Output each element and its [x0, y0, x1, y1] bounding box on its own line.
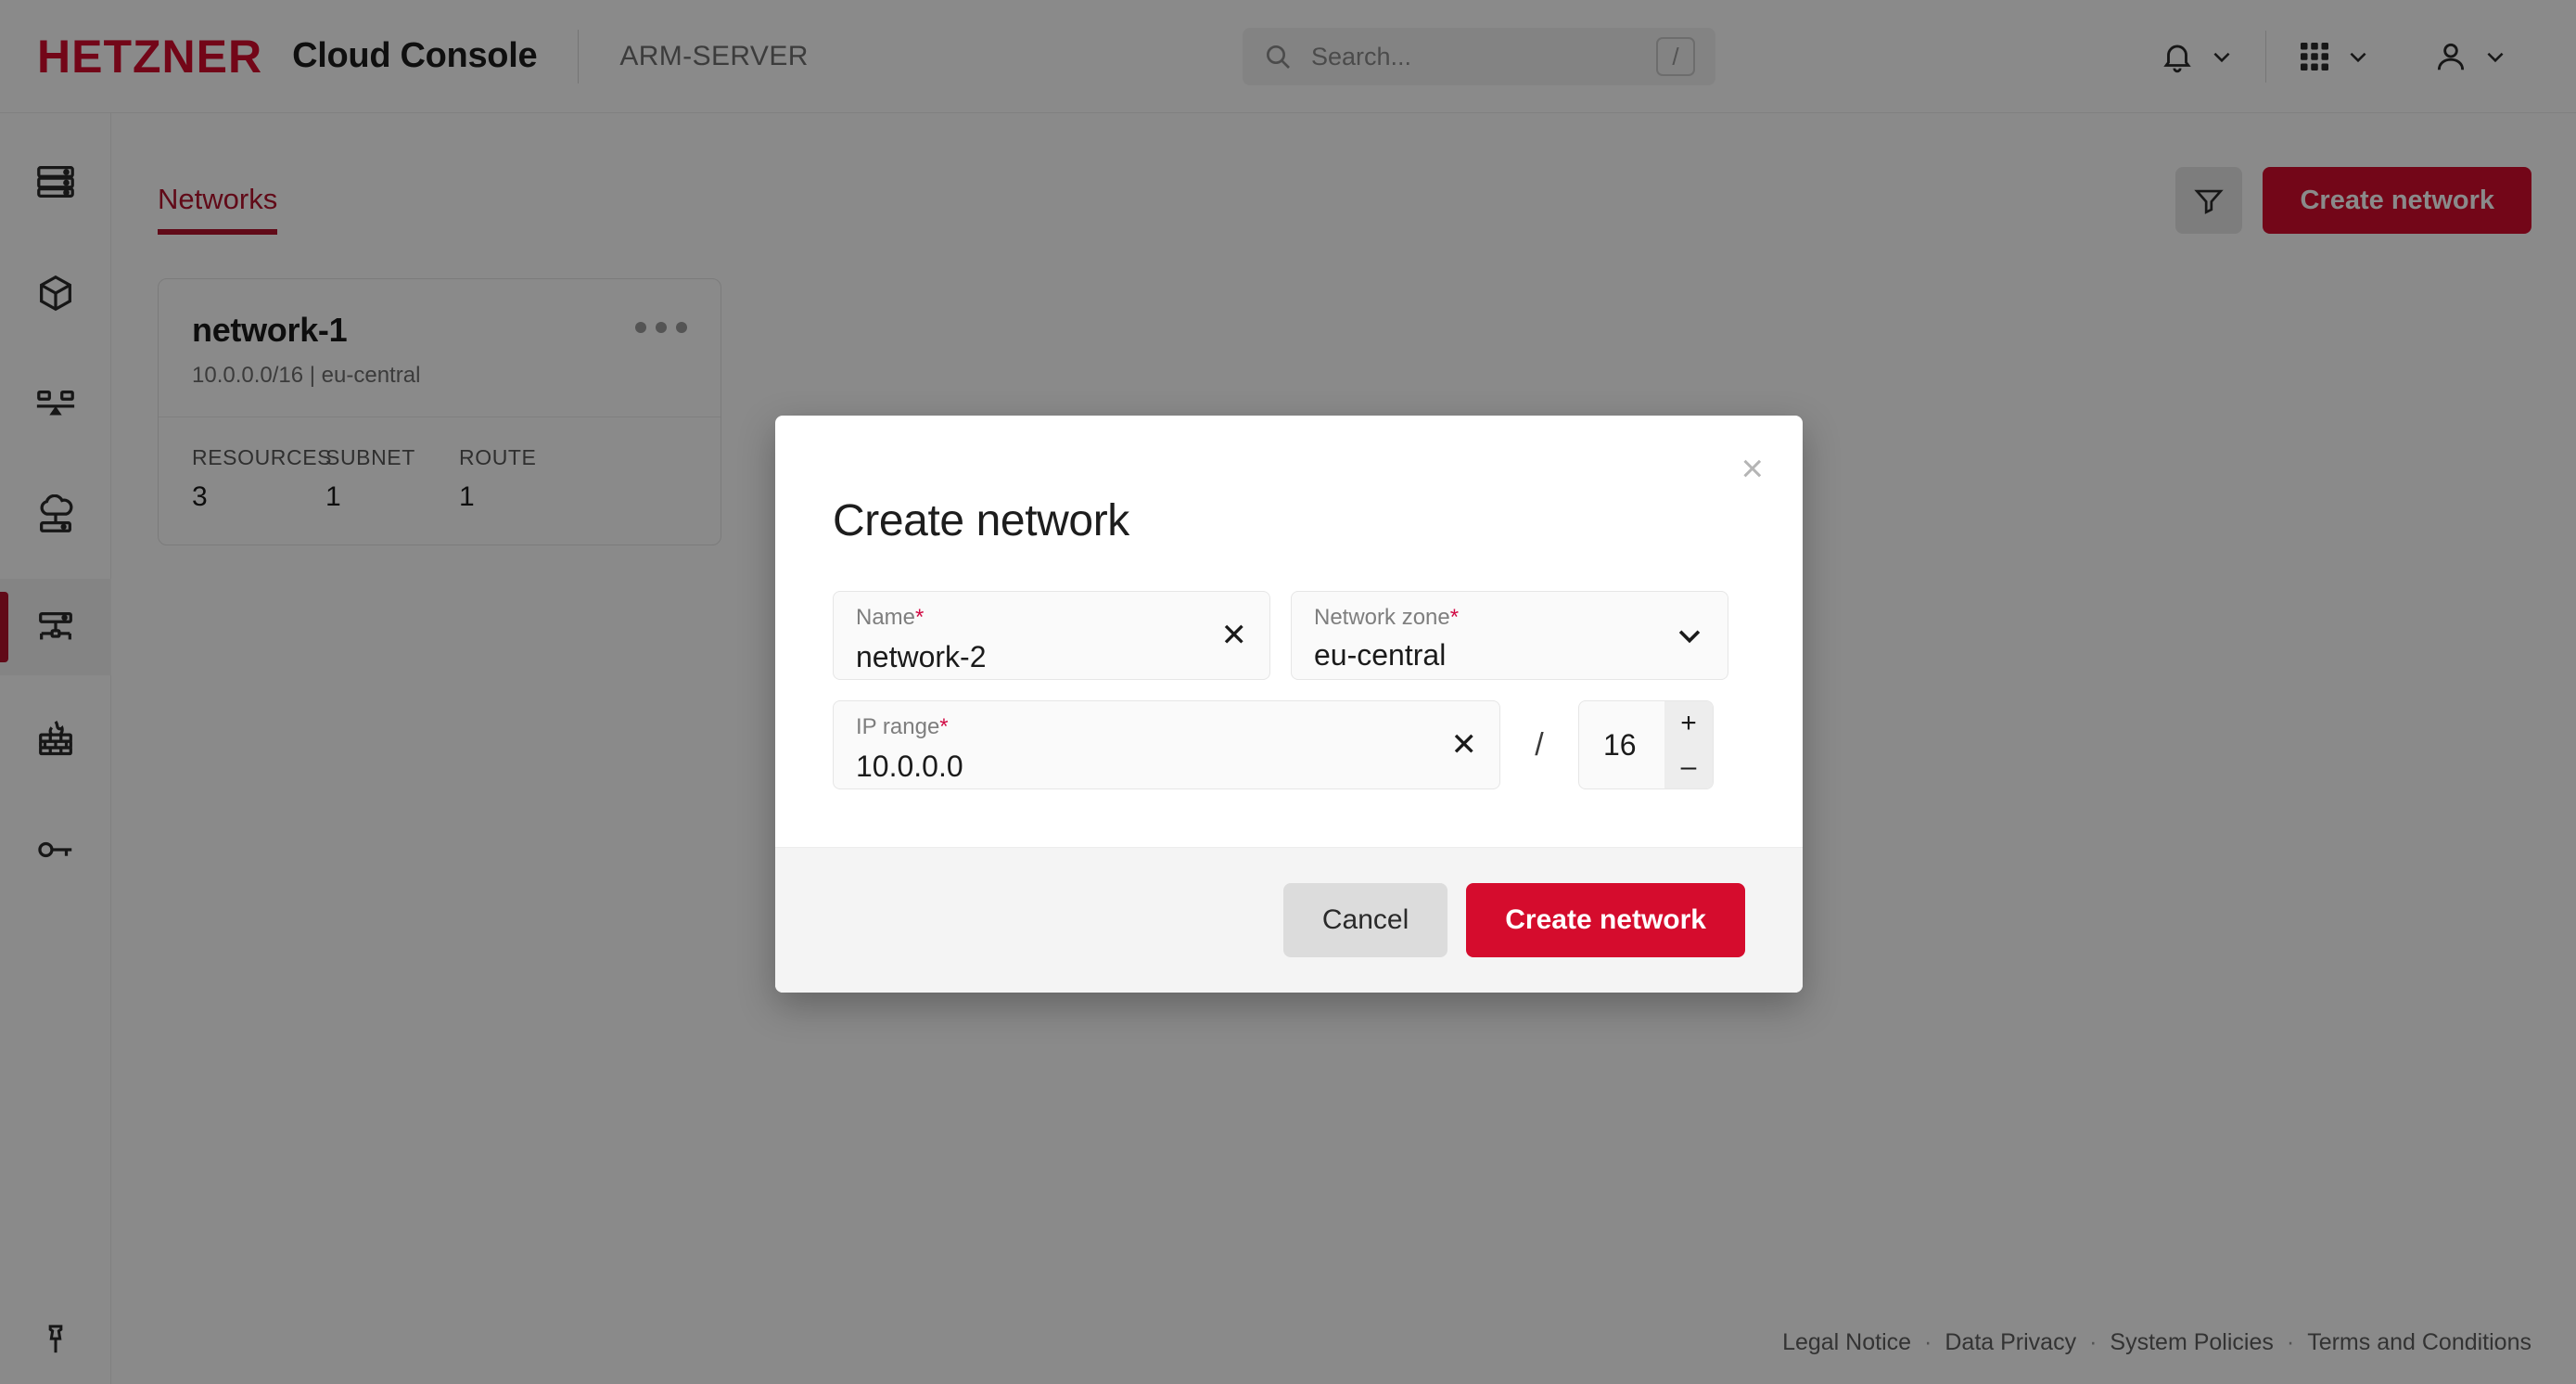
cidr-stepper-buttons: + – [1664, 701, 1713, 788]
cidr-increment-button[interactable]: + [1664, 701, 1713, 745]
zone-selected-value: eu-central [1314, 638, 1447, 672]
dialog-body: × Create network Name* ✕ Network zone* e… [775, 416, 1803, 847]
label-text: Name [856, 605, 916, 630]
clear-ip-range-icon[interactable]: ✕ [1451, 729, 1478, 761]
create-network-dialog: × Create network Name* ✕ Network zone* e… [775, 416, 1803, 993]
cidr-input[interactable] [1579, 701, 1664, 788]
cidr-slash-separator: / [1535, 726, 1544, 762]
network-zone-select[interactable]: Network zone* eu-central [1291, 591, 1728, 680]
cidr-stepper[interactable]: + – [1578, 700, 1714, 789]
name-input[interactable] [856, 640, 1247, 674]
submit-create-network-button[interactable]: Create network [1466, 883, 1745, 957]
cidr-decrement-button[interactable]: – [1664, 745, 1713, 788]
label-text: IP range [856, 714, 940, 739]
required-asterisk: * [939, 714, 949, 739]
form-row-1: Name* ✕ Network zone* eu-central [833, 591, 1745, 680]
cancel-button[interactable]: Cancel [1282, 883, 1448, 957]
zone-field-label: Network zone* [1314, 607, 1705, 629]
required-asterisk: * [915, 605, 925, 630]
clear-name-icon[interactable]: ✕ [1221, 620, 1248, 651]
ip-range-field-label: IP range* [856, 716, 1477, 738]
ip-range-input[interactable] [856, 750, 1477, 784]
chevron-down-icon[interactable] [1674, 620, 1705, 651]
dialog-footer: Cancel Create network [775, 847, 1803, 993]
ip-range-field[interactable]: IP range* ✕ [833, 700, 1500, 789]
dialog-title: Create network [833, 496, 1129, 545]
name-field-label: Name* [856, 607, 1247, 629]
label-text: Network zone [1314, 605, 1450, 630]
close-icon[interactable]: × [1741, 449, 1764, 488]
name-field[interactable]: Name* ✕ [833, 591, 1270, 680]
cloud-console-page: HETZNER Cloud Console ARM-SERVER Search.… [0, 0, 2576, 1384]
form-row-2: IP range* ✕ / + – [833, 700, 1745, 789]
required-asterisk: * [1449, 605, 1460, 630]
